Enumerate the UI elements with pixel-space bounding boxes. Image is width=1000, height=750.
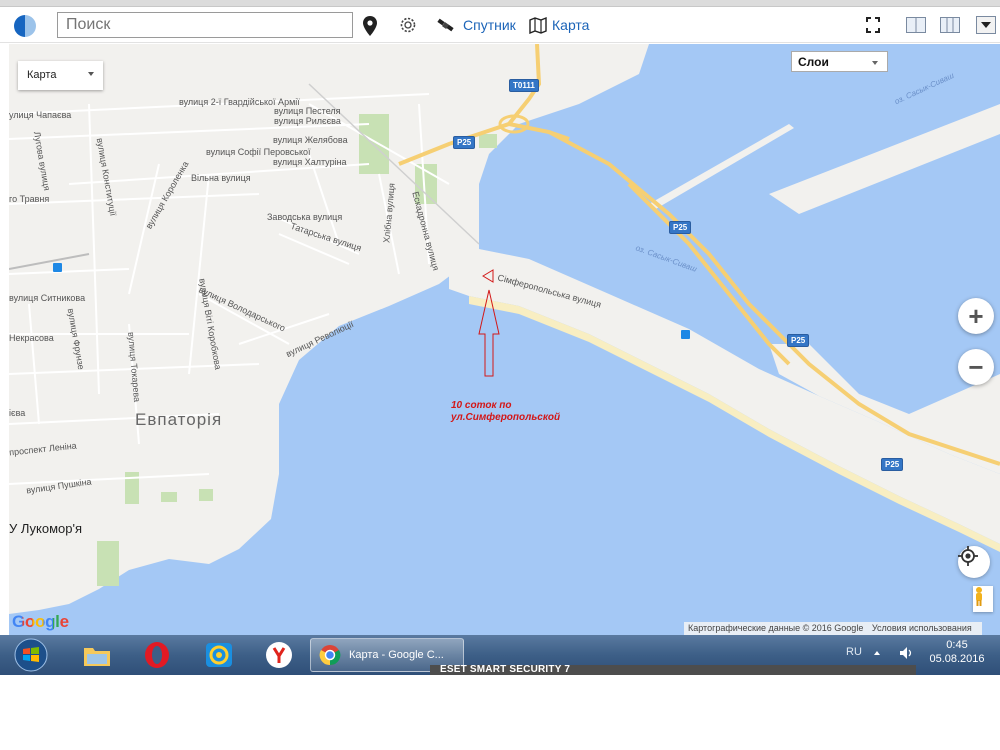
street-label-travnia: го Травня xyxy=(9,194,50,204)
map-attribution: Картографические данные © 2016 Google Ус… xyxy=(684,622,982,635)
system-clock[interactable]: 0:45 05.08.2016 xyxy=(926,638,988,666)
road-shield-p25: P25 xyxy=(669,221,692,234)
globe-logo-icon[interactable] xyxy=(14,15,36,37)
single-panel-layout-icon[interactable] xyxy=(906,17,926,33)
speaker-icon[interactable] xyxy=(898,645,914,661)
map-view[interactable]: улиця Чапаєва вулиця 2-ї Гвардійської Ар… xyxy=(9,44,1000,635)
satellite-label: Спутник xyxy=(463,17,516,33)
location-pin-icon[interactable] xyxy=(362,15,378,37)
eset-text: ESET SMART SECURITY 7 xyxy=(440,665,571,675)
road-shield-t0111: T0111 xyxy=(509,79,539,92)
mail-client-button[interactable] xyxy=(196,638,242,672)
opera-icon xyxy=(145,642,169,668)
pier xyxy=(649,124,794,210)
street-label-zheliabova: вулиця Желябова xyxy=(273,135,348,145)
annotation-line-1: 10 соток по xyxy=(451,400,512,411)
street-label-khalturina: вулиця Халтуріна xyxy=(273,157,347,167)
screen: Спутник Карта xyxy=(0,0,1000,750)
street-label-ryleieva: вулиця Рилєєва xyxy=(274,116,341,126)
road-shield-p25: P25 xyxy=(787,334,810,347)
my-location-button[interactable] xyxy=(958,546,990,578)
map-button[interactable]: Карта xyxy=(528,13,589,37)
east-land xyxy=(769,104,1000,214)
road-shield-p25: P25 xyxy=(453,136,476,149)
chrome-task-label: Карта - Google C... xyxy=(349,649,444,661)
street-label-zavodska: Заводська вулиця xyxy=(267,212,343,222)
fullscreen-icon[interactable] xyxy=(866,17,880,33)
poi-label-lukomorya: У Лукомор'я xyxy=(9,521,83,536)
clock-date: 05.08.2016 xyxy=(929,653,985,665)
map-type-value: Карта xyxy=(27,69,57,81)
spit-land xyxy=(449,249,1000,544)
chrome-icon xyxy=(319,645,341,666)
map-canvas xyxy=(9,44,1000,614)
street-label-nekrasova: Некрасова xyxy=(9,333,54,343)
crosshair-icon xyxy=(958,546,978,566)
terms-link[interactable]: Условия использования xyxy=(872,623,972,633)
north-land xyxy=(449,44,649,259)
street-label-sytnykova: вулиця Ситникова xyxy=(9,293,86,303)
folder-icon xyxy=(84,648,110,666)
eset-notification-bar: ESET SMART SECURITY 7 xyxy=(430,665,916,675)
street-label-pestelia: вулиця Пестеля xyxy=(274,106,341,116)
annotation-line-2: ул.Симферопольской xyxy=(451,412,561,423)
google-logo-text: Google xyxy=(12,612,69,631)
park xyxy=(161,492,177,502)
tray-expand-icon[interactable] xyxy=(874,651,880,655)
city-label: Евпаторія xyxy=(135,410,223,429)
street-label-lieva: ієва xyxy=(9,408,26,418)
park xyxy=(97,541,119,586)
street-label-vilna: Вільна вулиця xyxy=(191,173,251,183)
window-title-strip xyxy=(0,0,1000,7)
park xyxy=(199,489,213,501)
file-explorer-button[interactable] xyxy=(74,638,120,672)
park xyxy=(479,134,497,148)
street-label-perovskoi: вулиця Софії Перовської xyxy=(206,147,311,157)
google-logo: Google xyxy=(12,612,69,632)
toolbar: Спутник Карта xyxy=(0,7,1000,43)
annotation-note: 10 соток по ул.Симферопольской xyxy=(451,400,560,424)
chevron-down-icon xyxy=(88,72,94,76)
menu-dropdown-button[interactable] xyxy=(976,16,996,34)
windows-start-icon xyxy=(14,638,48,672)
mail-at-icon xyxy=(206,643,232,667)
chevron-down-icon xyxy=(981,22,991,28)
search-input[interactable] xyxy=(57,12,353,38)
attribution-data: Картографические данные © 2016 Google xyxy=(688,623,864,633)
map-type-select[interactable]: Карта xyxy=(18,61,103,90)
satellite-button[interactable]: Спутник xyxy=(436,13,516,37)
opera-browser-button[interactable] xyxy=(134,638,180,672)
map-label: Карта xyxy=(552,17,590,33)
zoom-out-button[interactable]: − xyxy=(958,349,994,385)
yandex-icon xyxy=(266,642,292,668)
start-button[interactable] xyxy=(8,638,54,672)
layers-select[interactable]: Слои xyxy=(791,51,888,72)
street-label-chapaeva: улиця Чапаєва xyxy=(9,110,72,120)
pegman-icon xyxy=(976,587,982,606)
chevron-down-icon xyxy=(872,61,878,65)
road-shield-p25: P25 xyxy=(881,458,904,471)
satellite-icon xyxy=(437,18,454,32)
layers-value: Слои xyxy=(798,55,829,69)
clock-time: 0:45 xyxy=(946,639,968,651)
language-indicator[interactable]: RU xyxy=(846,646,862,658)
yandex-browser-button[interactable] xyxy=(256,638,302,672)
zoom-in-button[interactable]: + xyxy=(958,298,994,334)
map-icon xyxy=(529,16,547,34)
gear-icon[interactable] xyxy=(398,15,418,35)
pegman-street-view-button[interactable] xyxy=(973,586,993,612)
split-panel-layout-icon[interactable] xyxy=(940,17,960,33)
